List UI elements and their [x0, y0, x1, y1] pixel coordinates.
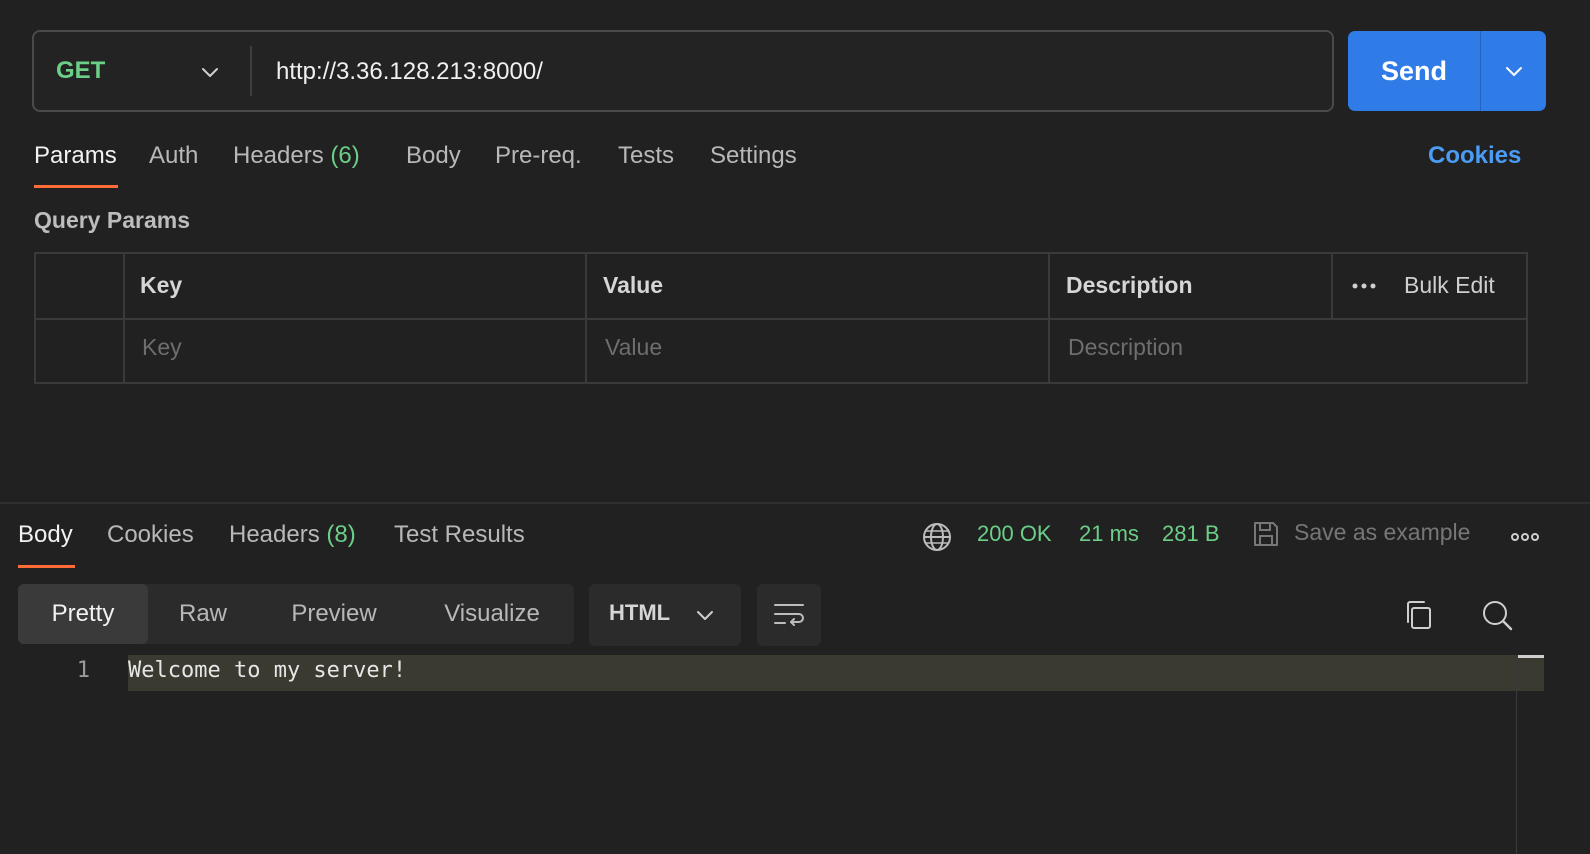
search-icon[interactable]	[1480, 598, 1514, 632]
save-as-example-button[interactable]: Save as example	[1294, 519, 1470, 546]
bulk-edit-button[interactable]: Bulk Edit	[1404, 272, 1495, 299]
format-select-value: HTML	[609, 600, 671, 625]
response-tab-cookies[interactable]: Cookies	[107, 521, 194, 555]
params-table: Key Value Description Bulk Edit Key Valu…	[34, 252, 1528, 384]
tab-params-underline	[34, 185, 118, 188]
table-row-divider	[36, 318, 1526, 320]
save-icon[interactable]	[1251, 519, 1281, 549]
copy-icon[interactable]	[1402, 598, 1434, 632]
response-size[interactable]: 281 B	[1162, 521, 1220, 547]
column-header-description: Description	[1066, 272, 1193, 298]
view-preview[interactable]: Preview	[258, 584, 410, 644]
response-body-line[interactable]: Welcome to my server!	[128, 658, 406, 683]
table-col-divider	[1331, 254, 1333, 318]
more-options-icon[interactable]	[1510, 528, 1540, 546]
tab-headers-label: Headers	[233, 142, 324, 169]
tab-tests[interactable]: Tests	[618, 142, 674, 176]
url-divider	[250, 46, 252, 96]
tab-headers[interactable]: Headers (6)	[233, 142, 360, 176]
scrollbar-track[interactable]	[1516, 655, 1517, 854]
method-label: GET	[56, 57, 106, 84]
chevron-down-icon	[697, 611, 713, 620]
tab-prereq[interactable]: Pre-req.	[495, 142, 582, 176]
table-col-divider	[1048, 254, 1050, 382]
url-bar: GET http://3.36.128.213:8000/	[32, 30, 1334, 112]
send-button[interactable]: Send	[1348, 31, 1480, 111]
tab-headers-count: (6)	[330, 142, 360, 169]
response-tab-headers[interactable]: Headers (8)	[229, 521, 356, 555]
tab-params[interactable]: Params	[34, 142, 117, 176]
value-input[interactable]: Value	[605, 334, 1025, 361]
tab-auth[interactable]: Auth	[149, 142, 198, 176]
response-tab-headers-count: (8)	[326, 521, 356, 548]
pane-divider[interactable]	[0, 502, 1590, 504]
view-visualize[interactable]: Visualize	[410, 584, 574, 644]
url-input[interactable]: http://3.36.128.213:8000/	[276, 52, 1316, 92]
more-options-icon[interactable]	[1350, 276, 1378, 296]
view-mode-switcher: Pretty Raw Preview Visualize	[18, 584, 574, 644]
wrap-lines-icon	[774, 604, 804, 626]
description-input[interactable]: Description	[1068, 334, 1488, 361]
response-tab-headers-label: Headers	[229, 521, 320, 548]
view-pretty[interactable]: Pretty	[18, 584, 148, 644]
response-time[interactable]: 21 ms	[1079, 521, 1139, 547]
view-raw[interactable]: Raw	[148, 584, 258, 644]
key-input[interactable]: Key	[142, 334, 562, 361]
response-tab-body-underline	[18, 565, 75, 568]
globe-icon[interactable]	[921, 521, 953, 553]
status-code[interactable]: 200 OK	[977, 521, 1052, 547]
tab-settings[interactable]: Settings	[710, 142, 797, 176]
send-button-group: Send	[1348, 31, 1546, 111]
line-number: 1	[76, 658, 90, 683]
chevron-down-icon[interactable]	[198, 60, 222, 84]
cookies-link[interactable]: Cookies	[1428, 142, 1521, 170]
send-divider	[1480, 31, 1481, 111]
table-col-divider	[585, 254, 587, 382]
wrap-lines-button[interactable]	[757, 584, 821, 646]
scrollbar-thumb[interactable]	[1518, 655, 1544, 658]
response-tab-test-results[interactable]: Test Results	[394, 521, 525, 555]
response-tab-body[interactable]: Body	[18, 521, 73, 555]
send-options-chevron-icon[interactable]	[1502, 59, 1526, 83]
column-header-key: Key	[140, 272, 183, 298]
table-col-divider	[123, 254, 125, 382]
query-params-title: Query Params	[34, 207, 190, 233]
tab-body[interactable]: Body	[406, 142, 461, 176]
column-header-value: Value	[603, 272, 664, 298]
format-select[interactable]: HTML	[589, 584, 741, 646]
